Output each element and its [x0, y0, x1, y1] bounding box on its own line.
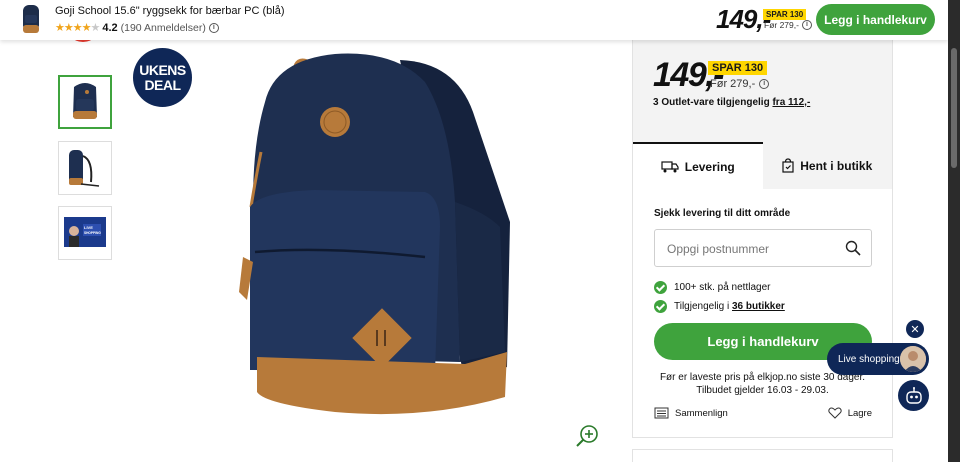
rating-stars: ★★★★★ [55, 22, 100, 34]
product-page: Goji School 15.6" ryggsekk for bærbar PC… [0, 0, 948, 462]
thumb-live-text: LIVE [84, 225, 93, 230]
live-shopping-button[interactable]: Live shopping [827, 343, 929, 375]
sticky-before-price: Før 279,- i [764, 20, 812, 30]
postal-code-input[interactable] [667, 240, 837, 258]
scrollbar[interactable] [948, 0, 960, 462]
check-delivery-label: Sjekk levering til ditt område [654, 208, 791, 219]
sticky-product-title: Goji School 15.6" ryggsekk for bærbar PC… [55, 5, 285, 17]
tab-store-pickup-label: Hent i butikk [800, 158, 873, 173]
info-icon[interactable]: i [801, 20, 812, 30]
tab-delivery-label: Levering [684, 159, 735, 174]
postal-code-field[interactable] [654, 229, 872, 267]
outlet-link[interactable]: fra 112,- [772, 97, 810, 108]
before-price-text: Før 279,- [710, 78, 756, 90]
live-shopping-thumb-icon: LIVE SHOPPING [64, 217, 106, 247]
sticky-add-to-cart-button[interactable]: Legg i handlekurv [816, 4, 935, 35]
truck-icon [661, 160, 679, 172]
save-badge: SPAR 130 [708, 61, 768, 75]
scrollbar-thumb[interactable] [951, 48, 957, 168]
thumb-shopping-text: SHOPPING [84, 231, 101, 235]
sticky-save-badge: SPAR 130 [763, 9, 807, 20]
gallery-thumbnail-1[interactable] [58, 75, 112, 129]
tab-delivery[interactable]: Levering [633, 142, 763, 189]
compare-label: Sammenlign [675, 407, 728, 419]
close-icon: ✕ [910, 323, 920, 336]
gallery-thumbnail-2[interactable] [58, 141, 112, 195]
deal-badge-line2: DEAL [144, 76, 181, 93]
sticky-rating[interactable]: ★★★★★ 4.2 (190 Anmeldelser) i [55, 21, 219, 34]
info-icon[interactable]: i [759, 79, 770, 89]
info-icon[interactable]: i [208, 22, 219, 33]
stock-stores-link[interactable]: 36 butikker [732, 301, 785, 312]
save-label: Lagre [847, 407, 872, 419]
store-bag-icon [782, 158, 794, 173]
rating-value: 4.2 [102, 21, 118, 34]
product-thumbnail-mini [23, 5, 39, 33]
sticky-header: Goji School 15.6" ryggsekk for bærbar PC… [0, 0, 948, 40]
offer-valid-note: Tilbudet gjelder 16.03 - 29.03. [696, 385, 829, 396]
compare-icon [654, 407, 669, 419]
backpack-side-thumb-icon [69, 150, 100, 187]
rating-count: (190 Anmeldelser) [120, 21, 206, 34]
stock-stores-text: Tilgjengelig i [674, 301, 732, 312]
zoom-in-icon[interactable] [574, 424, 600, 450]
sticky-before-price-text: Før 279,- [764, 20, 799, 30]
heart-icon [828, 407, 842, 419]
next-panel-edge [632, 449, 893, 462]
deal-badge-line1: UKENS [139, 61, 186, 78]
price-box: 149,- SPAR 130 Før 279,- i 3 Outlet-vare… [633, 40, 892, 142]
before-price: Før 279,- i [710, 78, 770, 90]
save-wishlist-button[interactable]: Lagre [828, 407, 872, 419]
check-circle-icon [654, 281, 667, 294]
compare-button[interactable]: Sammenlign [654, 407, 728, 419]
gallery-thumbnail-3[interactable]: LIVE SHOPPING [58, 206, 112, 260]
close-live-shopping-button[interactable]: ✕ [906, 320, 924, 338]
weekly-deal-badge: UKENS DEAL [133, 48, 192, 107]
delivery-tabs: Levering Hent i butikk [633, 142, 892, 189]
tab-store-pickup[interactable]: Hent i butikk [762, 142, 892, 189]
purchase-panel: 149,- SPAR 130 Før 279,- i 3 Outlet-vare… [632, 40, 893, 438]
product-main-image[interactable] [225, 52, 525, 422]
live-shopping-label: Live shopping [838, 353, 900, 365]
check-circle-icon [654, 300, 667, 313]
outlet-text: 3 Outlet-vare tilgjengelig [653, 97, 773, 108]
compare-save-row: Sammenlign Lagre [654, 407, 872, 419]
stock-online-text: 100+ stk. på nettlager [674, 282, 771, 293]
backpack-front-thumb-icon [73, 83, 97, 119]
chatbot-button[interactable] [898, 380, 929, 411]
stock-stores-row: Tilgjengelig i 36 butikker [654, 300, 785, 313]
host-avatar [900, 346, 926, 372]
stock-online-row: 100+ stk. på nettlager [654, 281, 770, 294]
outlet-availability: 3 Outlet-vare tilgjengelig fra 112,- [653, 97, 810, 108]
robot-icon [905, 386, 922, 404]
search-icon[interactable] [845, 240, 861, 256]
